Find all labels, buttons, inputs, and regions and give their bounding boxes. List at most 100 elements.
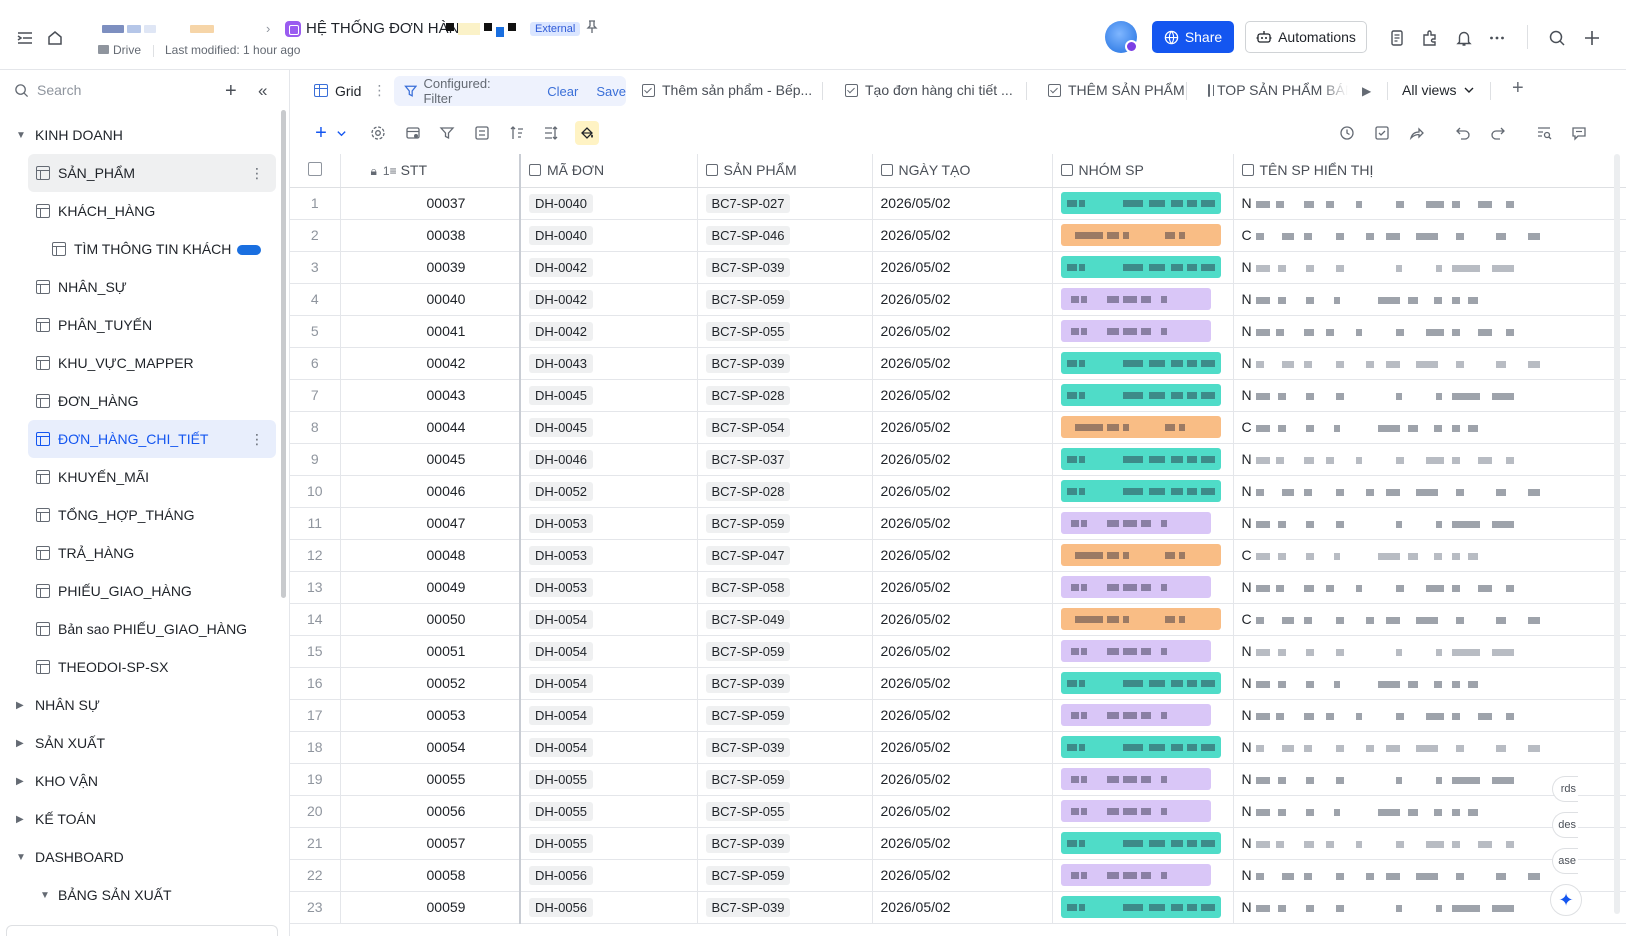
- table-row[interactable]: 14 00050 DH-0054 BC7-SP-049 2026/05/02 C: [290, 603, 1626, 636]
- table-row[interactable]: 11 00047 DH-0053 BC7-SP-059 2026/05/02 N: [290, 507, 1626, 540]
- cell-san-pham[interactable]: BC7-SP-027: [697, 187, 873, 220]
- cell-san-pham[interactable]: BC7-SP-037: [697, 443, 873, 476]
- add-record-icon[interactable]: +: [312, 122, 330, 144]
- cell-stt[interactable]: 00055: [340, 763, 521, 796]
- linked-record-pill[interactable]: DH-0054: [529, 737, 594, 757]
- bell-icon[interactable]: [1453, 27, 1475, 49]
- cell-ngay-tao[interactable]: 2026/05/02: [872, 347, 1053, 380]
- cell-ngay-tao[interactable]: 2026/05/02: [872, 187, 1053, 220]
- sort-icon[interactable]: [508, 124, 526, 142]
- cell-san-pham[interactable]: BC7-SP-039: [697, 667, 873, 700]
- cell-san-pham[interactable]: BC7-SP-046: [697, 219, 873, 252]
- cell-nhom-sp[interactable]: [1052, 411, 1234, 444]
- search-icon[interactable]: [1546, 27, 1568, 49]
- cell-ten-sp[interactable]: C: [1233, 603, 1626, 636]
- cell-stt[interactable]: 00041: [340, 315, 521, 348]
- cell-stt[interactable]: 00046: [340, 475, 521, 508]
- cell-nhom-sp[interactable]: [1052, 507, 1234, 540]
- cell-stt[interactable]: 00039: [340, 251, 521, 284]
- cell-ma-don[interactable]: DH-0055: [520, 763, 698, 796]
- linked-record-pill[interactable]: BC7-SP-058: [705, 577, 791, 597]
- cell-ngay-tao[interactable]: 2026/05/02: [872, 827, 1053, 860]
- linked-record-pill[interactable]: DH-0042: [529, 321, 594, 341]
- table-row[interactable]: 12 00048 DH-0053 BC7-SP-047 2026/05/02 C: [290, 539, 1626, 572]
- column-header-nhom-sp[interactable]: NHÓM SP: [1052, 154, 1234, 188]
- table-row[interactable]: 9 00045 DH-0046 BC7-SP-037 2026/05/02 N: [290, 443, 1626, 476]
- sidebar-item-phieu-giao-hang[interactable]: PHIẾU_GIAO_HÀNG: [0, 572, 282, 610]
- more-vertical-icon[interactable]: ⋮: [372, 82, 386, 99]
- cell-ma-don[interactable]: DH-0042: [520, 315, 698, 348]
- group-icon[interactable]: [473, 124, 491, 142]
- more-icon[interactable]: [1486, 27, 1508, 49]
- cell-san-pham[interactable]: BC7-SP-028: [697, 379, 873, 412]
- linked-record-pill[interactable]: BC7-SP-039: [705, 257, 791, 277]
- tab-view-4[interactable]: TOP SẢN PHẨM BÁN: [1208, 82, 1348, 98]
- linked-record-pill[interactable]: BC7-SP-059: [705, 513, 791, 533]
- cell-nhom-sp[interactable]: [1052, 571, 1234, 604]
- sidebar-search[interactable]: Search: [14, 82, 81, 98]
- linked-record-pill[interactable]: DH-0045: [529, 417, 594, 437]
- cell-ma-don[interactable]: DH-0053: [520, 571, 698, 604]
- linked-record-pill[interactable]: DH-0052: [529, 481, 594, 501]
- cell-stt[interactable]: 00053: [340, 699, 521, 732]
- cell-stt[interactable]: 00037: [340, 187, 521, 220]
- plus-icon[interactable]: [1581, 27, 1603, 49]
- tabs-scroll-right-icon[interactable]: ▶: [1362, 84, 1371, 98]
- share-button[interactable]: Share: [1152, 21, 1234, 53]
- cell-ten-sp[interactable]: N: [1233, 283, 1626, 316]
- sidebar-item-nhan-su[interactable]: NHÂN_SỰ: [0, 268, 282, 306]
- fill-color-icon[interactable]: [575, 121, 599, 145]
- cell-ma-don[interactable]: DH-0040: [520, 219, 698, 252]
- cell-ma-don[interactable]: DH-0045: [520, 379, 698, 412]
- table-row[interactable]: 21 00057 DH-0055 BC7-SP-039 2026/05/02 N: [290, 827, 1626, 860]
- linked-record-pill[interactable]: DH-0040: [529, 193, 594, 213]
- linked-record-pill[interactable]: BC7-SP-028: [705, 385, 791, 405]
- linked-record-pill[interactable]: DH-0054: [529, 641, 594, 661]
- cell-ma-don[interactable]: DH-0052: [520, 475, 698, 508]
- pin-icon[interactable]: [585, 20, 599, 37]
- tab-view-2[interactable]: Tạo đơn hàng chi tiết ...: [845, 82, 1013, 98]
- filter-clear-button[interactable]: Clear: [547, 84, 578, 99]
- linked-record-pill[interactable]: BC7-SP-059: [705, 865, 791, 885]
- linked-record-pill[interactable]: DH-0055: [529, 769, 594, 789]
- cell-san-pham[interactable]: BC7-SP-059: [697, 635, 873, 668]
- collapse-sidebar-icon[interactable]: «: [258, 81, 267, 101]
- add-table-icon[interactable]: +: [225, 80, 237, 103]
- cell-nhom-sp[interactable]: [1052, 443, 1234, 476]
- cell-ten-sp[interactable]: N: [1233, 571, 1626, 604]
- cell-ngay-tao[interactable]: 2026/05/02: [872, 283, 1053, 316]
- cell-san-pham[interactable]: BC7-SP-059: [697, 859, 873, 892]
- cell-ngay-tao[interactable]: 2026/05/02: [872, 251, 1053, 284]
- linked-record-pill[interactable]: DH-0054: [529, 705, 594, 725]
- sidebar-group-kinh-doanh[interactable]: ▼ KINH DOANH: [0, 116, 282, 154]
- cell-stt[interactable]: 00045: [340, 443, 521, 476]
- avatar[interactable]: [1105, 21, 1138, 53]
- linked-record-pill[interactable]: DH-0056: [529, 897, 594, 917]
- linked-record-pill[interactable]: BC7-SP-027: [705, 193, 791, 213]
- cell-ma-don[interactable]: DH-0043: [520, 347, 698, 380]
- cell-nhom-sp[interactable]: [1052, 859, 1234, 892]
- sidebar-item-san-pham[interactable]: SẢN_PHẨM ⋮: [28, 154, 276, 192]
- cell-ngay-tao[interactable]: 2026/05/02: [872, 795, 1053, 828]
- cell-ma-don[interactable]: DH-0042: [520, 283, 698, 316]
- table-row[interactable]: 20 00056 DH-0055 BC7-SP-055 2026/05/02 N: [290, 795, 1626, 828]
- redo-icon[interactable]: [1489, 124, 1507, 142]
- cell-ten-sp[interactable]: C: [1233, 539, 1626, 572]
- cell-san-pham[interactable]: BC7-SP-039: [697, 891, 873, 924]
- column-header-ma-don[interactable]: MÃ ĐƠN: [520, 154, 698, 188]
- linked-record-pill[interactable]: BC7-SP-054: [705, 417, 791, 437]
- cell-ten-sp[interactable]: N: [1233, 731, 1626, 764]
- linked-record-pill[interactable]: BC7-SP-039: [705, 897, 791, 917]
- settings-icon[interactable]: [369, 124, 387, 142]
- automations-button[interactable]: Automations: [1245, 21, 1367, 53]
- cell-ma-don[interactable]: DH-0056: [520, 891, 698, 924]
- cell-ma-don[interactable]: DH-0055: [520, 827, 698, 860]
- cell-ten-sp[interactable]: N: [1233, 187, 1626, 220]
- sidebar-item-tra-hang[interactable]: TRẢ_HÀNG: [0, 534, 282, 572]
- cell-stt[interactable]: 00040: [340, 283, 521, 316]
- linked-record-pill[interactable]: DH-0042: [529, 257, 594, 277]
- cell-san-pham[interactable]: BC7-SP-059: [697, 507, 873, 540]
- cell-ma-don[interactable]: DH-0054: [520, 667, 698, 700]
- sidebar-group-ke-toan[interactable]: ▶ KẾ TOÁN: [0, 800, 282, 838]
- cell-ngay-tao[interactable]: 2026/05/02: [872, 315, 1053, 348]
